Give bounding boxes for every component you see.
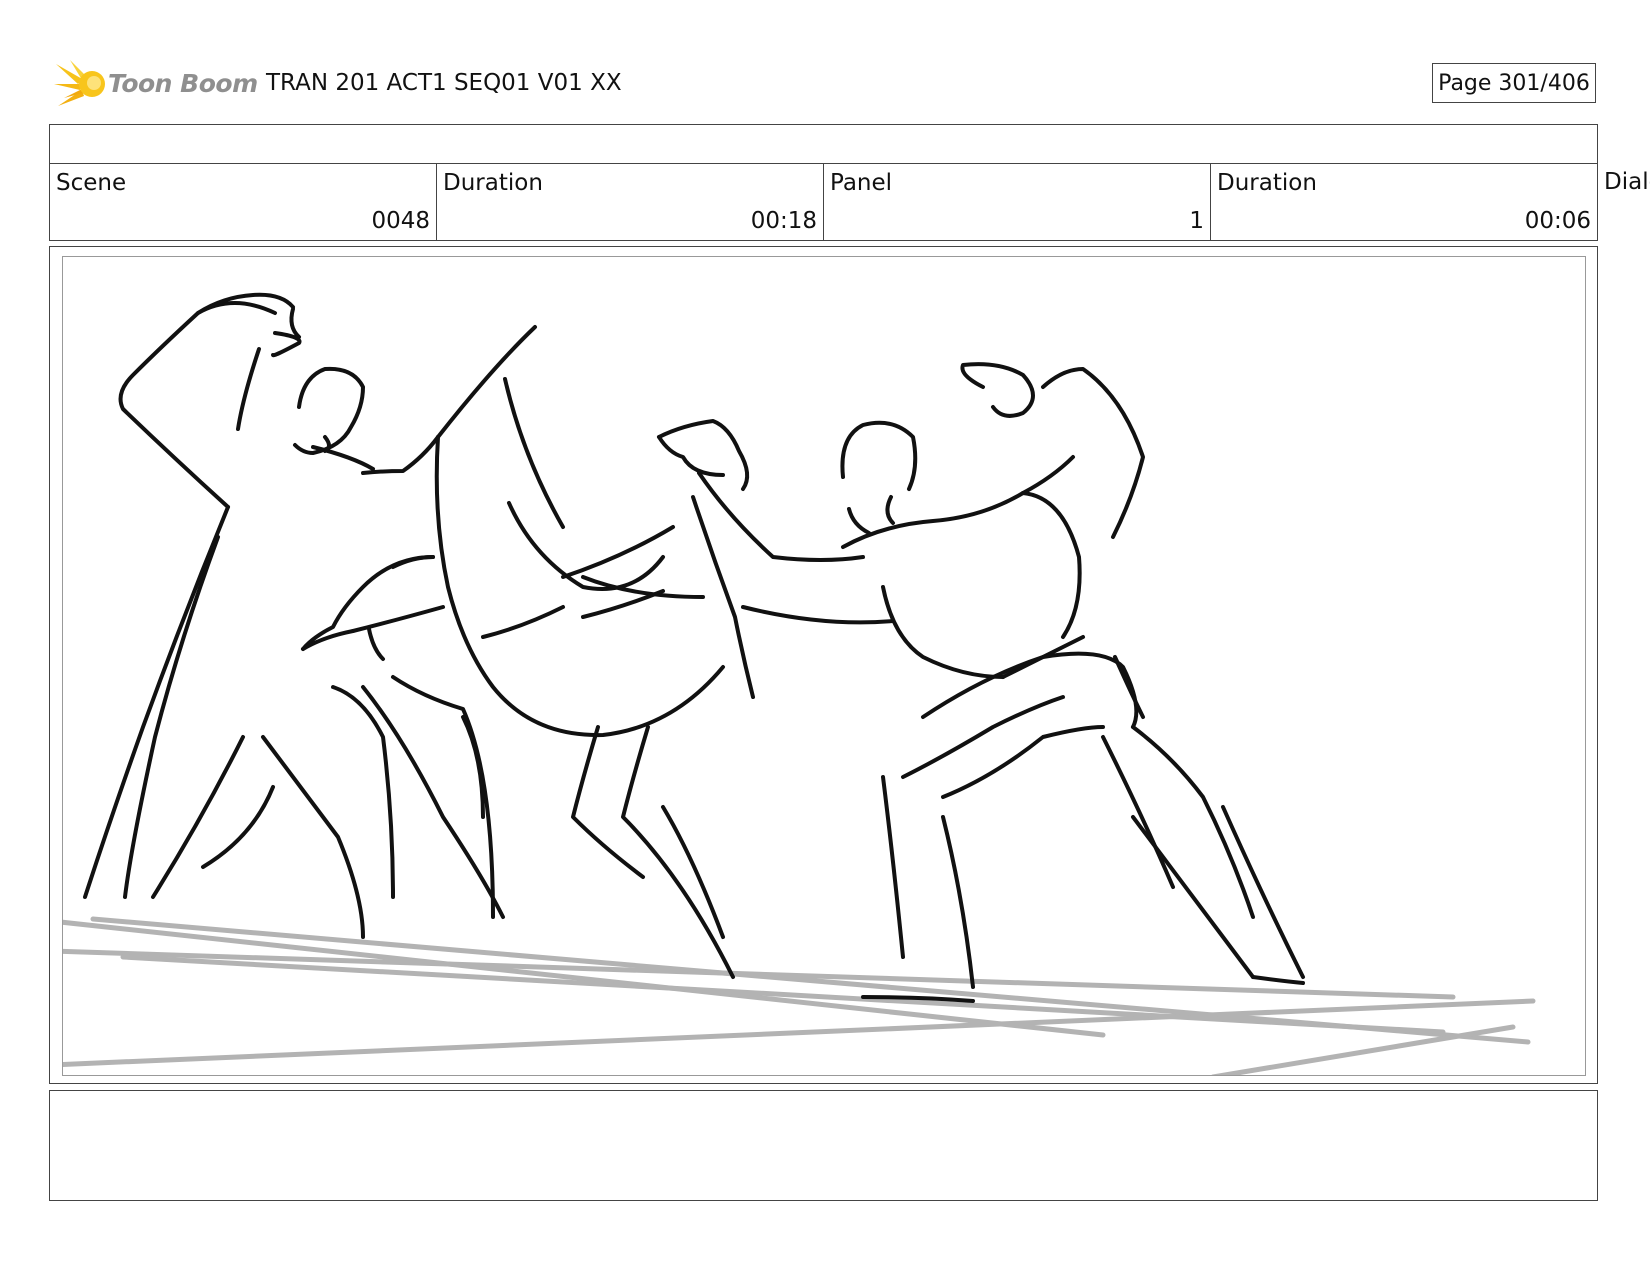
panel-duration-label: Duration — [1217, 170, 1317, 196]
page-number: Page 301/406 — [1432, 63, 1596, 103]
document-title: TRAN 201 ACT1 SEQ01 V01 XX — [266, 70, 622, 96]
dialogue-notes-box[interactable] — [49, 1090, 1598, 1201]
dialogue-label-clipped: Dialo — [1604, 169, 1650, 195]
panel-value: 1 — [1189, 208, 1204, 234]
perspective-lines — [63, 916, 1536, 1075]
panel-duration-cell: Duration 00:06 — [1211, 164, 1597, 240]
header-strip — [49, 124, 1598, 164]
scene-duration-cell: Duration 00:18 — [437, 164, 824, 240]
sunburst-logo-icon — [54, 60, 105, 106]
scene-duration-label: Duration — [443, 170, 543, 196]
panel-image — [62, 256, 1586, 1076]
panel-cell: Panel 1 — [824, 164, 1211, 240]
figure-sketch-lines — [83, 292, 1305, 1003]
scene-duration-value: 00:18 — [750, 208, 817, 234]
scene-label: Scene — [56, 170, 127, 196]
panel-duration-value: 00:06 — [1524, 208, 1591, 234]
logo-text: Toon Boom — [108, 69, 258, 98]
panel-label: Panel — [830, 170, 893, 196]
scene-value: 0048 — [371, 208, 430, 234]
toon-boom-logo: Toon Boom — [54, 58, 258, 112]
scene-cell: Scene 0048 — [50, 164, 437, 240]
panel-info-row: Scene 0048 Duration 00:18 Panel 1 Durati… — [49, 163, 1598, 241]
storyboard-sketch — [63, 292, 1536, 1075]
